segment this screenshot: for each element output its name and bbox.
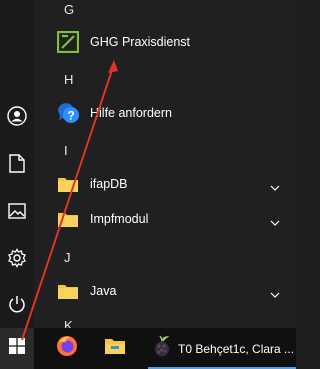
letter-header-i[interactable]: I	[64, 143, 68, 158]
firefox-icon	[55, 334, 79, 363]
app-entry-impfmodul[interactable]: Impfmodul	[52, 201, 288, 237]
chevron-down-icon[interactable]	[270, 285, 280, 303]
taskbar-window-title: T0 Behçet1c, Clara ...	[178, 341, 295, 356]
app-entry-label: GHG Praxisdienst	[90, 35, 191, 49]
letter-header-h[interactable]: H	[64, 72, 73, 87]
app-entry-ifapdb[interactable]: ifapDB	[52, 166, 288, 202]
letter-header-j[interactable]: J	[64, 250, 71, 265]
pictures-icon	[8, 203, 26, 219]
svg-text:?: ?	[67, 109, 74, 123]
chevron-down-icon[interactable]	[270, 178, 280, 196]
start-menu: G GHG Praxisdienst H ? Hilfe anfordern I…	[0, 0, 296, 333]
taskbar-tor-window-button[interactable]: T0 Behçet1c, Clara ...	[144, 328, 296, 369]
app-entry-hilfe-anfordern[interactable]: ? Hilfe anfordern	[52, 95, 288, 131]
taskbar: T0 Behçet1c, Clara ...	[0, 328, 296, 369]
documents-button[interactable]	[2, 148, 32, 178]
app-entry-label: ifapDB	[90, 177, 128, 191]
folder-icon	[56, 172, 80, 196]
user-icon	[7, 106, 27, 126]
app-entry-label: Java	[90, 284, 117, 298]
settings-button[interactable]	[2, 243, 32, 273]
taskbar-firefox-button[interactable]	[48, 328, 86, 369]
folder-icon	[56, 207, 80, 231]
app-entry-label: Impfmodul	[90, 212, 149, 226]
tor-berry-icon	[152, 335, 172, 362]
app-entry-ghg-praxisdienst[interactable]: GHG Praxisdienst	[52, 24, 288, 60]
chevron-down-icon[interactable]	[270, 213, 280, 231]
help-bubble-icon: ?	[56, 101, 80, 125]
document-icon	[9, 153, 25, 173]
power-icon	[8, 295, 26, 313]
pictures-button[interactable]	[2, 196, 32, 226]
settings-gear-icon	[7, 248, 27, 268]
folder-icon	[56, 279, 80, 303]
letter-header-g[interactable]: G	[64, 2, 74, 17]
start-menu-left-rail	[0, 0, 34, 328]
ghg-logo-icon	[56, 30, 80, 54]
app-list: G GHG Praxisdienst H ? Hilfe anfordern I…	[34, 0, 296, 333]
app-entry-label: Hilfe anfordern	[90, 106, 172, 120]
windows-logo-icon	[9, 338, 25, 359]
user-account-button[interactable]	[2, 101, 32, 131]
app-entry-java[interactable]: Java	[52, 273, 288, 309]
start-button[interactable]	[0, 328, 34, 369]
power-button[interactable]	[2, 289, 32, 319]
file-explorer-icon	[104, 337, 126, 360]
taskbar-file-explorer-button[interactable]	[96, 328, 134, 369]
